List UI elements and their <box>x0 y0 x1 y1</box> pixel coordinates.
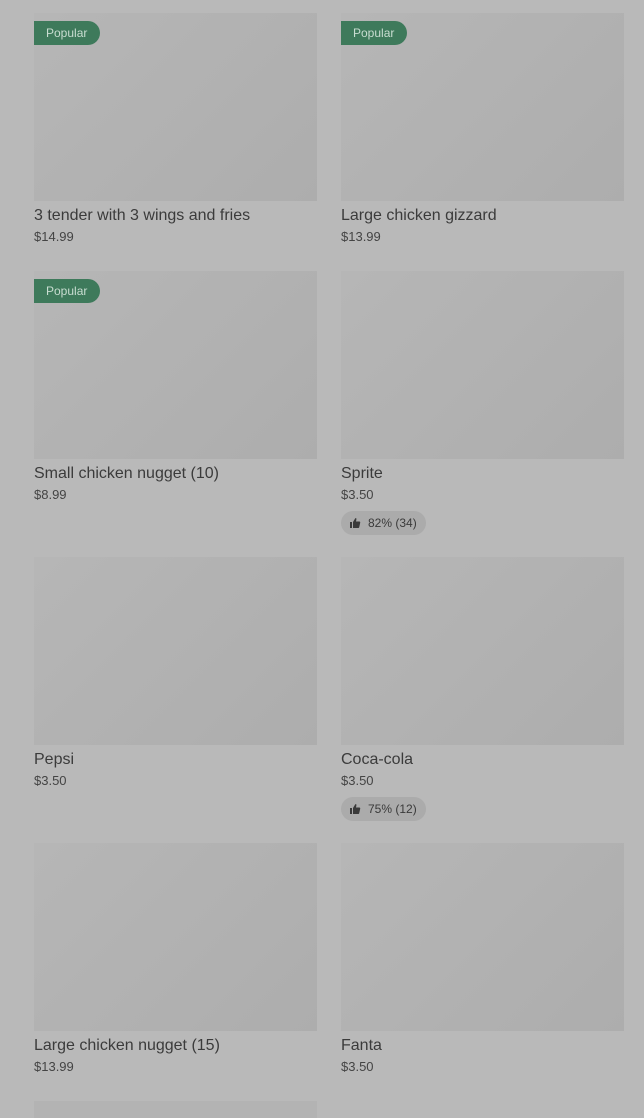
rating-pill: 82% (34) <box>341 511 426 535</box>
rating-text: 82% (34) <box>368 516 417 530</box>
menu-item-name[interactable]: Fanta <box>341 1036 624 1056</box>
menu-item-image[interactable]: Popular <box>341 13 624 201</box>
menu-item-price: $3.50 <box>341 487 374 502</box>
menu-item-card[interactable]: Popular Small chicken nugget (10) $8.99 <box>34 271 317 557</box>
menu-item-image[interactable] <box>341 271 624 459</box>
menu-item-image-partial[interactable] <box>34 1101 317 1118</box>
menu-item-name[interactable]: Small chicken nugget (10) <box>34 464 317 484</box>
menu-item-price: $8.99 <box>34 487 67 502</box>
menu-item-name[interactable]: Coca-cola <box>341 750 624 770</box>
menu-item-image[interactable] <box>341 843 624 1031</box>
menu-item-card[interactable]: Large chicken nugget (15) $13.99 <box>34 843 317 1101</box>
menu-item-name[interactable]: Large chicken nugget (15) <box>34 1036 317 1056</box>
menu-item-name[interactable]: Pepsi <box>34 750 317 770</box>
menu-item-card[interactable]: Fanta $3.50 <box>341 843 624 1101</box>
menu-item-price: $3.50 <box>34 773 67 788</box>
rating-pill: 75% (12) <box>341 797 426 821</box>
menu-item-name[interactable]: 3 tender with 3 wings and fries <box>34 206 317 226</box>
menu-item-price: $3.50 <box>341 1059 374 1074</box>
menu-item-price: $13.99 <box>34 1059 74 1074</box>
popular-badge: Popular <box>341 21 408 45</box>
menu-item-card[interactable]: Coca-cola $3.50 75% (12) <box>341 557 624 843</box>
thumbs-up-icon <box>350 518 361 528</box>
menu-item-card[interactable]: Popular Large chicken gizzard $13.99 <box>341 13 624 271</box>
menu-item-price: $13.99 <box>341 229 381 244</box>
menu-item-card[interactable]: Popular 3 tender with 3 wings and fries … <box>34 13 317 271</box>
menu-item-name[interactable]: Sprite <box>341 464 624 484</box>
thumbs-up-icon <box>350 804 361 814</box>
menu-item-price: $3.50 <box>341 773 374 788</box>
menu-item-name[interactable]: Large chicken gizzard <box>341 206 624 226</box>
menu-item-image[interactable] <box>341 557 624 745</box>
rating-text: 75% (12) <box>368 802 417 816</box>
menu-item-image[interactable]: Popular <box>34 271 317 459</box>
menu-item-image[interactable] <box>34 557 317 745</box>
popular-badge: Popular <box>34 279 101 303</box>
menu-item-card[interactable]: Pepsi $3.50 <box>34 557 317 843</box>
popular-badge: Popular <box>34 21 101 45</box>
menu-item-image[interactable] <box>34 843 317 1031</box>
menu-item-card[interactable]: Sprite $3.50 82% (34) <box>341 271 624 557</box>
menu-item-grid: Popular 3 tender with 3 wings and fries … <box>34 13 624 1101</box>
menu-item-image[interactable]: Popular <box>34 13 317 201</box>
menu-item-price: $14.99 <box>34 229 74 244</box>
